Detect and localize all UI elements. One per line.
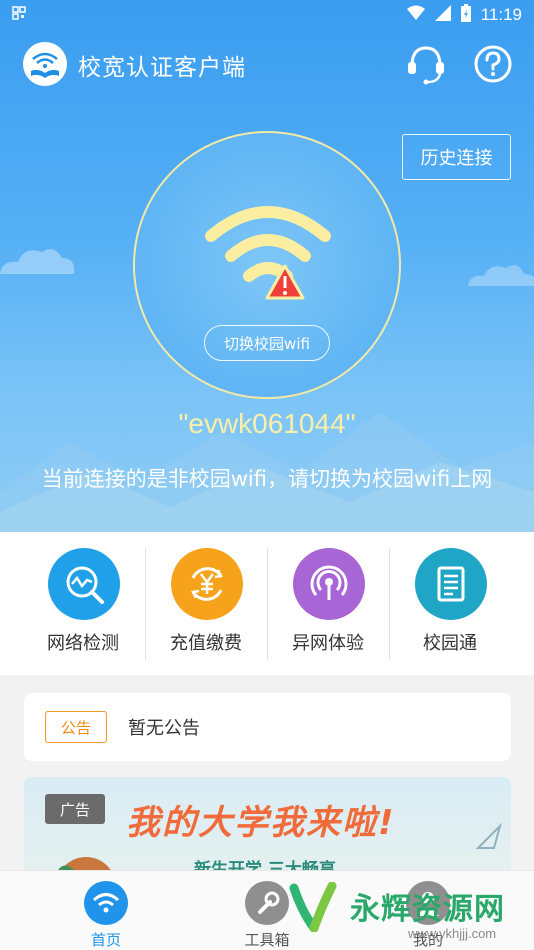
app-logo [23,42,67,86]
ad-tag: 广告 [45,794,105,824]
announcement-tag: 公告 [45,711,107,743]
tab-label: 首页 [90,931,121,949]
hero-panel: 11:19 校宽认证客户端 历史连接 切换校园wifi "evwk061044"… [0,0,534,532]
cloud-decoration [468,265,534,286]
wifi-home-icon [84,881,128,925]
qr-code-icon [12,5,26,24]
watermark-url: www.ykhjjj.com [408,926,497,941]
feature-other-network[interactable]: 异网体验 [267,532,389,675]
clock: 11:19 [480,5,522,24]
feature-grid: 网络检测 充值缴费 异网体验 校园通 [0,532,534,675]
feature-label: 网络检测 [47,633,119,654]
feature-label: 异网体验 [292,633,364,654]
feature-campus-pass[interactable]: 校园通 [389,532,511,675]
tab-home[interactable]: 首页 [17,871,195,950]
triangle-decoration [475,822,502,849]
feature-network-check[interactable]: 网络检测 [22,532,144,675]
connection-notice: 当前连接的是非校园wifi，请切换为校园wifi上网 [41,467,493,491]
document-icon [415,548,487,620]
wifi-icon [406,5,425,25]
announcement-card[interactable]: 公告 暂无公告 [24,693,511,761]
signal-icon [434,5,451,25]
network-check-icon [48,548,120,620]
announcement-text: 暂无公告 [128,718,200,739]
wifi-warning-icon [205,206,331,300]
feature-label: 充值缴费 [170,633,242,654]
battery-charging-icon [460,4,471,26]
feature-label: 校园通 [423,633,477,654]
app-header: 校宽认证客户端 [0,38,534,90]
feature-recharge[interactable]: 充值缴费 [145,532,267,675]
current-ssid: "evwk061044" [178,408,356,439]
banner-headline: 我的大学我来啦! [126,803,396,843]
app-title: 校宽认证客户端 [78,55,246,81]
help-button[interactable] [471,42,515,86]
question-icon [474,45,512,83]
watermark-logo [289,882,337,932]
status-bar: 11:19 [0,0,534,28]
customer-service-button[interactable] [404,42,448,86]
headset-icon [408,46,444,85]
yen-recharge-icon [171,548,243,620]
wifi-book-icon [31,52,59,78]
history-connections-button[interactable]: 历史连接 [402,134,511,180]
watermark: 永辉资源网 www.ykhjjj.com [288,878,534,950]
watermark-text: 永辉资源网 [350,892,505,927]
cloud-decoration [0,249,75,274]
wrench-icon [245,881,289,925]
switch-campus-wifi-button[interactable]: 切换校园wifi [204,325,330,361]
broadcast-icon [293,548,365,620]
